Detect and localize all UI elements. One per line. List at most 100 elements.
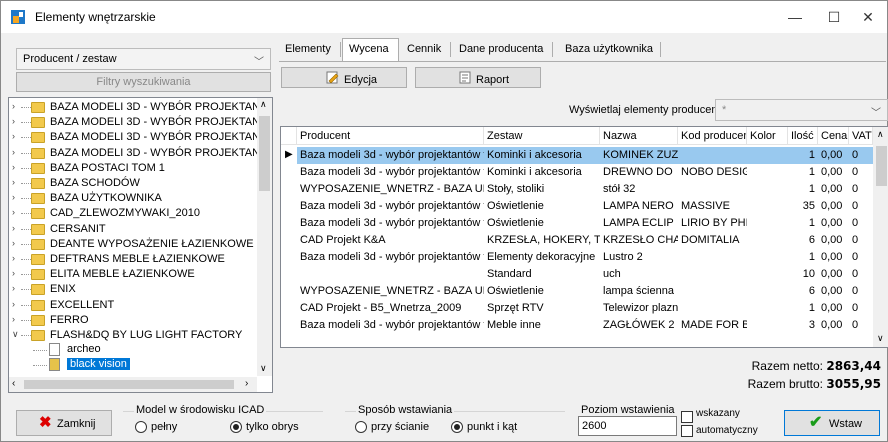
tree-item[interactable]: › BAZA SCHODÓW — [9, 175, 259, 191]
tree-item-label: black vision — [67, 358, 130, 371]
table-cell: LIRIO BY PHIL — [681, 217, 747, 229]
filter-button[interactable]: Filtry wyszukiwania — [16, 72, 271, 92]
folder-icon — [31, 178, 45, 189]
report-button[interactable]: Raport — [415, 67, 541, 88]
expand-icon[interactable]: › — [12, 207, 15, 217]
producer-filter-combo[interactable]: * ﹀ — [715, 99, 888, 121]
expand-icon[interactable]: › — [12, 223, 15, 233]
expand-icon[interactable]: › — [12, 116, 15, 126]
mode-combo[interactable]: Producent / zestaw ﹀ — [16, 48, 271, 70]
checkmark-icon: ✔ — [809, 414, 823, 431]
column-header[interactable]: Producent — [297, 127, 484, 145]
column-header[interactable]: Cena — [818, 127, 849, 145]
scroll-right-icon[interactable]: › — [245, 378, 248, 389]
table-vscrollbar[interactable]: ∧ ∨ — [873, 127, 888, 347]
column-header[interactable]: Kolor — [747, 127, 788, 145]
model-full-radio[interactable] — [135, 421, 147, 433]
table-cell — [678, 147, 747, 164]
tree-item[interactable]: › DEANTE WYPOSAŻENIE ŁAZIENKOWE — [9, 236, 259, 252]
column-header[interactable]: Kod producent — [678, 127, 747, 145]
tree-item[interactable]: › BAZA MODELI 3D - WYBÓR PROJEKTANT — [9, 114, 267, 130]
document-icon — [49, 343, 60, 357]
tab-label: Elementy — [285, 43, 331, 55]
collapse-icon[interactable]: ∨ — [12, 329, 19, 340]
expand-icon[interactable]: › — [12, 101, 15, 111]
edit-button[interactable]: Edycja — [281, 67, 407, 88]
expand-icon[interactable]: › — [12, 253, 15, 263]
tree-item[interactable]: › BAZA MODELI 3D - WYBÓR PROJEKTANT — [9, 99, 267, 115]
table-cell: 0,00 — [821, 166, 843, 178]
table-cell: MASSIVE — [681, 200, 730, 212]
expand-icon[interactable]: › — [12, 177, 15, 187]
tree-item-label: BAZA MODELI 3D - WYBÓR PROJEKTANT — [50, 116, 267, 129]
insert-button[interactable]: ✔ Wstaw — [784, 410, 880, 436]
expand-icon[interactable]: › — [12, 299, 15, 309]
tree-child-item[interactable]: black vision — [9, 357, 259, 373]
tab-baza-uzytkownika[interactable]: Baza użytkownika — [559, 39, 661, 61]
expand-icon[interactable]: › — [12, 162, 15, 172]
tree-scroll-thumb[interactable] — [259, 116, 270, 191]
expand-icon[interactable]: › — [12, 131, 15, 141]
model-outline-radio[interactable] — [230, 421, 242, 433]
scroll-up-icon[interactable]: ∧ — [260, 99, 267, 110]
tree-item-label: BAZA MODELI 3D - WYBÓR PROJEKTANT — [50, 146, 267, 159]
tree-child-item[interactable]: archeo — [9, 342, 259, 358]
column-header[interactable]: Ilość — [788, 127, 818, 145]
tree-connector — [21, 274, 31, 276]
tree-hscroll-thumb[interactable] — [24, 380, 234, 389]
tree-connector — [21, 228, 31, 230]
folder-icon — [31, 284, 45, 296]
table-scroll-thumb[interactable] — [876, 146, 887, 186]
scroll-down-icon[interactable]: ∨ — [260, 363, 267, 374]
tree-item[interactable]: › CAD_ZLEWOZMYWAKI_2010 — [9, 205, 259, 221]
tab-elementy[interactable]: Elementy — [279, 39, 341, 61]
column-header[interactable]: Nazwa — [600, 127, 678, 145]
tree-item[interactable]: › CERSANIT — [9, 221, 259, 237]
producer-tree[interactable]: › BAZA MODELI 3D - WYBÓR PROJEKTANT › BAZA … — [8, 97, 273, 393]
scroll-down-icon[interactable]: ∨ — [877, 333, 884, 344]
expand-icon[interactable]: › — [12, 314, 15, 324]
table-cell: 0,00 — [821, 302, 843, 314]
tree-hscrollbar[interactable]: ‹ › — [9, 377, 257, 392]
auto-checkbox[interactable] — [681, 425, 693, 437]
insert-point-radio[interactable] — [451, 421, 463, 433]
tree-item[interactable]: › BAZA MODELI 3D - WYBÓR PROJEKTANT — [9, 145, 267, 161]
tree-item[interactable]: › BAZA MODELI 3D - WYBÓR PROJEKTANT — [9, 129, 267, 145]
insert-wall-radio[interactable] — [355, 421, 367, 433]
column-header[interactable]: Zestaw — [484, 127, 600, 145]
expand-icon[interactable]: › — [12, 238, 15, 248]
pointed-checkbox[interactable] — [681, 411, 693, 423]
column-header[interactable]: VAT — [849, 127, 873, 145]
tree-item[interactable]: › DEFTRANS MEBLE ŁAZIENKOWE — [9, 251, 259, 267]
scroll-up-icon[interactable]: ∧ — [877, 129, 884, 140]
table-cell: 0 — [852, 166, 859, 178]
tree-item[interactable]: › FERRO — [9, 312, 259, 328]
tree-item[interactable]: › BAZA UŻYTKOWNIKA — [9, 190, 259, 206]
tree-connector — [21, 319, 31, 321]
expand-icon[interactable]: › — [12, 147, 15, 157]
tree-connector — [21, 289, 31, 291]
table-cell: KRZESŁA, HOKERY, T — [487, 234, 600, 246]
tab-wycena[interactable]: Wycena — [342, 38, 399, 62]
quote-table[interactable]: Producent Zestaw Nazwa Kod producent Kolor Il… — [280, 126, 888, 348]
tree-vscrollbar[interactable]: ∧ ∨ — [257, 98, 272, 376]
window-title: Elementy wnętrzarskie — [35, 10, 156, 24]
insert-group-label: Sposób wstawiania — [356, 404, 455, 416]
table-cell: 1 — [808, 166, 815, 178]
tab-cennik[interactable]: Cennik — [401, 39, 451, 61]
tree-item[interactable]: › ENIX — [9, 281, 259, 297]
table-cell: 0,00 — [821, 268, 843, 280]
expand-icon[interactable]: › — [12, 192, 15, 202]
tab-dane-producenta[interactable]: Dane producenta — [453, 39, 553, 61]
level-input[interactable]: 2600 — [578, 416, 677, 436]
expand-icon[interactable]: › — [12, 268, 15, 278]
tree-item[interactable]: › BAZA POSTACI TOM 1 — [9, 160, 259, 176]
tree-item[interactable]: › ELITA MEBLE ŁAZIENKOWE — [9, 266, 259, 282]
tree-item-label: BAZA SCHODÓW — [50, 177, 140, 189]
close-window-button[interactable]: ✕ — [845, 1, 888, 33]
scroll-left-icon[interactable]: ‹ — [12, 378, 15, 389]
tree-item[interactable]: › EXCELLENT — [9, 297, 259, 313]
close-button[interactable]: ✖ Zamknij — [16, 410, 112, 436]
tree-item[interactable]: ∨ FLASH&DQ BY LUG LIGHT FACTORY — [9, 327, 259, 343]
expand-icon[interactable]: › — [12, 283, 15, 293]
